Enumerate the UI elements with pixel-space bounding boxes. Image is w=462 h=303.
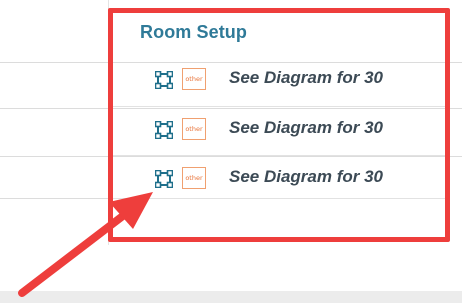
callout-arrow: [18, 192, 153, 297]
